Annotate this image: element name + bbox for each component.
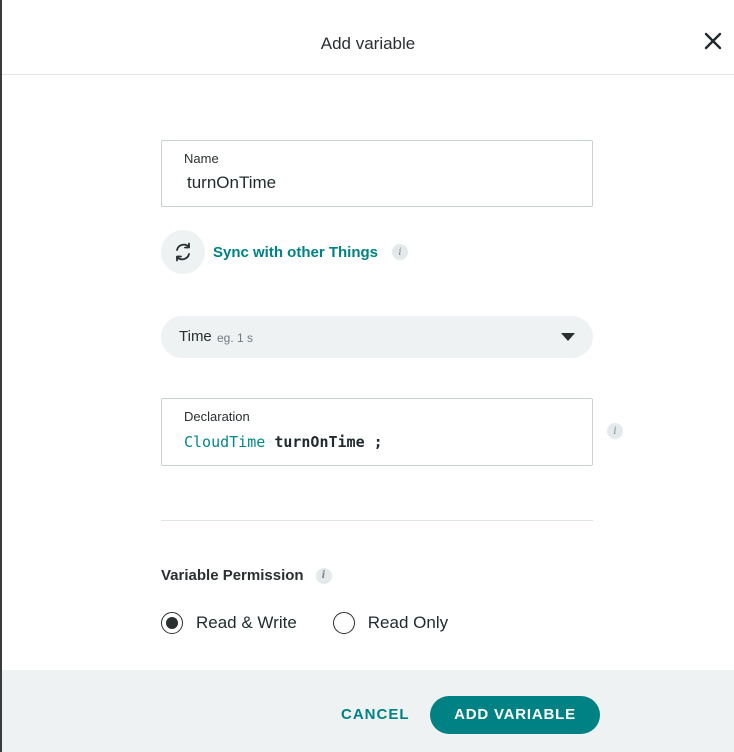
declaration-name: turnOnTime xyxy=(274,433,365,451)
radio-checked-icon[interactable] xyxy=(161,612,183,634)
cancel-button[interactable]: CANCEL xyxy=(341,706,410,723)
declaration-field: Declaration CloudTime turnOnTime ; xyxy=(161,398,593,466)
type-hint: eg. 1 s xyxy=(217,331,254,345)
radio-read-only[interactable]: Read Only xyxy=(332,612,449,634)
variable-type-select[interactable]: Time eg. 1 s xyxy=(161,316,593,358)
close-icon[interactable] xyxy=(702,30,724,52)
name-input[interactable]: turnOnTime xyxy=(187,173,276,193)
dialog-footer: CANCEL ADD VARIABLE xyxy=(2,670,734,752)
dialog-header: Add variable xyxy=(2,0,734,75)
info-icon[interactable]: i xyxy=(392,244,409,260)
sync-label: Sync with other Things xyxy=(213,243,379,261)
permission-radio-group: Read & Write Read Only xyxy=(161,612,484,634)
add-variable-button[interactable]: ADD VARIABLE xyxy=(430,696,600,734)
declaration-type: CloudTime xyxy=(184,433,266,451)
permission-title: Variable Permission i xyxy=(161,567,332,584)
declaration-label: Declaration xyxy=(184,409,250,424)
name-label: Name xyxy=(184,151,219,166)
declaration-code: CloudTime turnOnTime ; xyxy=(184,433,383,451)
radio-read-write-label: Read & Write xyxy=(196,613,297,632)
permission-title-text: Variable Permission xyxy=(161,567,304,584)
name-field[interactable]: Name turnOnTime xyxy=(161,140,593,207)
radio-read-write[interactable]: Read & Write xyxy=(161,612,297,634)
chevron-down-icon xyxy=(561,333,575,341)
type-value: Time xyxy=(179,328,212,345)
declaration-terminator: ; xyxy=(373,433,383,451)
info-icon[interactable]: i xyxy=(607,423,623,439)
add-variable-dialog: Add variable Name turnOnTime Sync with o… xyxy=(0,0,734,752)
divider xyxy=(161,520,593,521)
radio-read-only-label: Read Only xyxy=(367,613,449,632)
sync-with-things-button[interactable]: Sync with other Things i xyxy=(161,230,409,274)
radio-unchecked-icon[interactable] xyxy=(332,612,355,634)
info-icon[interactable]: i xyxy=(315,567,332,584)
sync-icon xyxy=(161,230,205,274)
dialog-title: Add variable xyxy=(320,34,416,53)
